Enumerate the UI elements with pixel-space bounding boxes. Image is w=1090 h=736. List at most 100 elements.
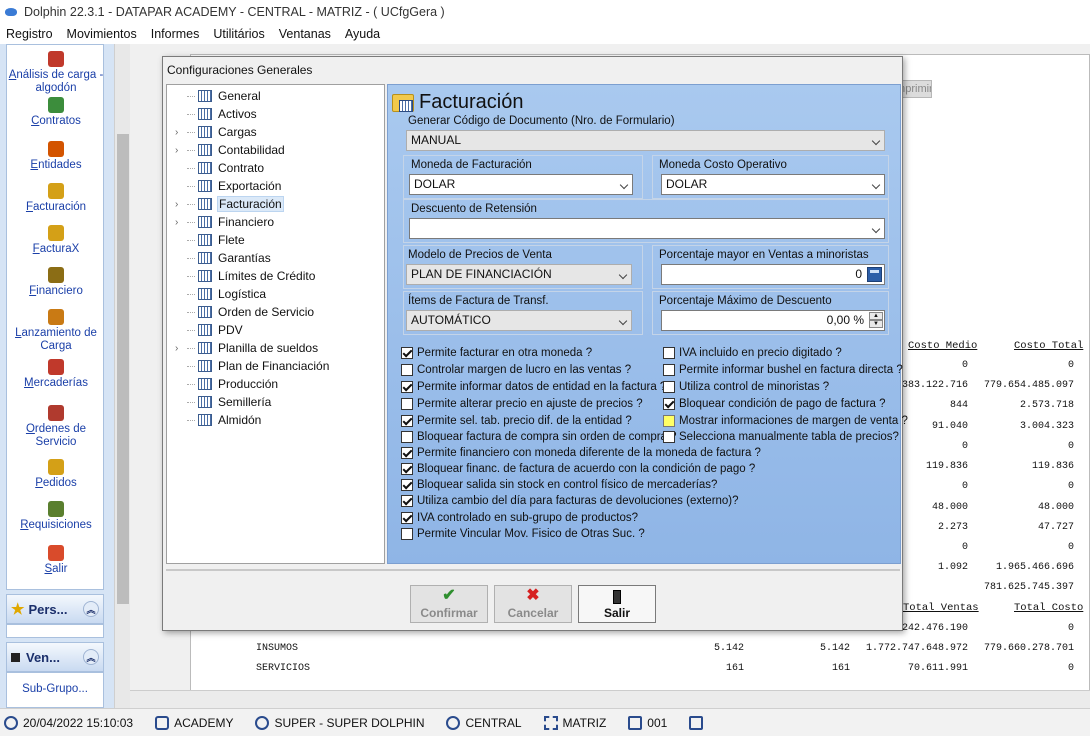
sidebar-item-7[interactable]: Mercaderías (7, 359, 105, 390)
checkbox[interactable] (663, 398, 675, 410)
tree-node[interactable]: PDV (167, 321, 383, 339)
calculator-icon[interactable] (867, 267, 882, 282)
checkbox[interactable] (401, 431, 413, 443)
sidebar-item-2[interactable]: Entidades (7, 141, 105, 172)
checkbox-item[interactable]: Utiliza control de minoristas ? (663, 381, 829, 393)
salir-button[interactable]: Salir (578, 585, 656, 623)
checkbox-item[interactable]: Permite sel. tab. precio dif. de la enti… (401, 415, 632, 427)
group-ventanas[interactable]: Ven... ︽ (6, 642, 104, 672)
tree-node[interactable]: › Planilla de sueldos (167, 339, 383, 357)
chevron-up-icon[interactable]: ︽ (83, 601, 99, 617)
sidebar-item-8[interactable]: Ordenes de Servicio (7, 405, 105, 449)
checkbox[interactable] (401, 479, 413, 491)
tree-node[interactable]: Contrato (167, 159, 383, 177)
checkbox-item[interactable]: Bloquear salida sin stock en control fís… (401, 479, 717, 491)
menu-informes[interactable]: Informes (151, 27, 200, 41)
desc-ret-select[interactable] (409, 218, 885, 239)
checkbox[interactable] (663, 415, 675, 427)
sub-grupo-item[interactable]: Sub-Grupo... (7, 683, 103, 695)
sidebar-item-11[interactable]: Salir (7, 545, 105, 576)
horizontal-scrollbar[interactable] (130, 690, 1090, 708)
spin-up[interactable]: ▲ (869, 312, 883, 320)
menu-registro[interactable]: Registro (6, 27, 53, 41)
checkbox-item[interactable]: Bloquear factura de compra sin orden de … (401, 431, 677, 443)
checkbox-item[interactable]: Mostrar informaciones de margen de venta… (663, 415, 908, 427)
moneda-fact-select[interactable]: DOLAR (409, 174, 633, 195)
expand-chevron-icon[interactable]: › (175, 145, 185, 156)
checkbox[interactable] (401, 398, 413, 410)
tree-node[interactable]: Orden de Servicio (167, 303, 383, 321)
checkbox[interactable] (401, 463, 413, 475)
tree-node[interactable]: General (167, 87, 383, 105)
sidebar-scrollbar[interactable] (114, 44, 130, 708)
spinner-icon[interactable]: ▲ ▼ (869, 312, 883, 329)
imprimir-button[interactable]: Imprimir (898, 80, 932, 98)
confirmar-button[interactable]: ✔ Confirmar (410, 585, 488, 623)
checkbox-item[interactable]: Selecciona manualmente tabla de precios? (663, 431, 899, 443)
tree-node[interactable]: Flete (167, 231, 383, 249)
tree-node[interactable]: › Contabilidad (167, 141, 383, 159)
checkbox[interactable] (401, 512, 413, 524)
sidebar-item-4[interactable]: FacturaX (7, 225, 105, 256)
tree-node[interactable]: Producción (167, 375, 383, 393)
sidebar-item-5[interactable]: Financiero (7, 267, 105, 298)
checkbox[interactable] (663, 347, 675, 359)
menu-utilitarios[interactable]: Utilitários (213, 27, 264, 41)
checkbox-item[interactable]: Permite alterar precio en ajuste de prec… (401, 398, 643, 410)
group-personal[interactable]: ★ Pers... ︽ (6, 594, 104, 624)
tree-node[interactable]: Logística (167, 285, 383, 303)
checkbox[interactable] (663, 381, 675, 393)
spin-down[interactable]: ▼ (869, 320, 883, 328)
gen-codigo-select[interactable]: MANUAL (406, 130, 885, 151)
checkbox[interactable] (401, 495, 413, 507)
porc-max-input[interactable]: 0,00 % ▲ ▼ (661, 310, 885, 331)
expand-chevron-icon[interactable]: › (175, 217, 185, 228)
sidebar-item-10[interactable]: Requisiciones (7, 501, 105, 532)
scrollbar-thumb[interactable] (117, 134, 129, 604)
checkbox-item[interactable]: Permite informar datos de entidad en la … (401, 381, 666, 393)
checkbox[interactable] (401, 415, 413, 427)
tree-node[interactable]: Almidón (167, 411, 383, 429)
checkbox[interactable] (401, 381, 413, 393)
checkbox-item[interactable]: IVA controlado en sub-grupo de productos… (401, 512, 638, 524)
checkbox-item[interactable]: Permite Vincular Mov. Fisico de Otras Su… (401, 528, 645, 540)
moneda-costo-select[interactable]: DOLAR (661, 174, 885, 195)
modelo-precios-select[interactable]: PLAN DE FINANCIACIÓN (406, 264, 632, 285)
expand-chevron-icon[interactable]: › (175, 199, 185, 210)
tree-node[interactable]: Activos (167, 105, 383, 123)
tree-node[interactable]: Plan de Financiación (167, 357, 383, 375)
checkbox[interactable] (663, 431, 675, 443)
checkbox[interactable] (401, 364, 413, 376)
sidebar-item-9[interactable]: Pedidos (7, 459, 105, 490)
sidebar-item-1[interactable]: Contratos (7, 97, 105, 128)
checkbox[interactable] (401, 347, 413, 359)
tree-node[interactable]: › Financiero (167, 213, 383, 231)
checkbox-item[interactable]: Permite financiero con moneda diferente … (401, 447, 761, 459)
checkbox[interactable] (401, 447, 413, 459)
tree-node[interactable]: Exportación (167, 177, 383, 195)
expand-chevron-icon[interactable]: › (175, 343, 185, 354)
checkbox[interactable] (401, 528, 413, 540)
checkbox-item[interactable]: Bloquear condición de pago de factura ? (663, 398, 886, 410)
checkbox-item[interactable]: Bloquear financ. de factura de acuerdo c… (401, 463, 755, 475)
sidebar-item-0[interactable]: Análisis de carga - algodón (7, 51, 105, 95)
checkbox-item[interactable]: Utiliza cambio del día para facturas de … (401, 495, 739, 507)
tree-node[interactable]: Semillería (167, 393, 383, 411)
menu-ayuda[interactable]: Ayuda (345, 27, 380, 41)
chevron-up-icon[interactable]: ︽ (83, 649, 99, 665)
menu-ventanas[interactable]: Ventanas (279, 27, 331, 41)
checkbox-item[interactable]: Permite informar bushel en factura direc… (663, 364, 903, 376)
checkbox-item[interactable]: IVA incluido en precio digitado ? (663, 347, 842, 359)
checkbox-item[interactable]: Controlar margen de lucro en las ventas … (401, 364, 631, 376)
cancelar-button[interactable]: ✖ Cancelar (494, 585, 572, 623)
checkbox[interactable] (663, 364, 675, 376)
tree-node[interactable]: › Facturación (167, 195, 383, 213)
items-fact-select[interactable]: AUTOMÁTICO (406, 310, 632, 331)
sidebar-item-6[interactable]: Lanzamiento de Carga (7, 309, 105, 353)
checkbox-item[interactable]: Permite facturar en otra moneda ? (401, 347, 592, 359)
expand-chevron-icon[interactable]: › (175, 127, 185, 138)
porc-mayor-input[interactable]: 0 (661, 264, 885, 285)
tree-node[interactable]: Garantías (167, 249, 383, 267)
tree-node[interactable]: Límites de Crédito (167, 267, 383, 285)
sidebar-item-3[interactable]: Facturación (7, 183, 105, 214)
